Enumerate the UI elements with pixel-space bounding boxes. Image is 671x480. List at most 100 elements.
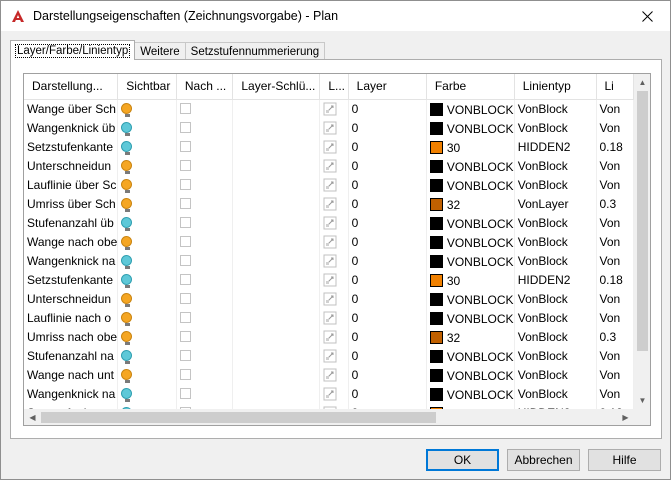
lightbulb-icon[interactable] [121, 311, 133, 326]
layer-key-icon[interactable] [323, 292, 337, 306]
layer-key-icon[interactable] [323, 178, 337, 192]
checkbox[interactable] [179, 159, 191, 171]
layer-lock-cell[interactable] [319, 289, 349, 308]
layer-lock-cell[interactable] [319, 156, 349, 175]
checkbox[interactable] [179, 292, 191, 304]
visible-cell[interactable] [117, 99, 177, 118]
tab-2[interactable]: Setzstufennummerierung [184, 42, 326, 60]
close-button[interactable] [624, 1, 670, 31]
table-row[interactable]: Wange nach obe 0 VONBLOCK VonBlock Von [24, 232, 634, 251]
color-cell[interactable]: 30 [426, 137, 515, 156]
color-cell[interactable]: VONBLOCK [426, 308, 515, 327]
linetype-cell[interactable]: VonBlock [514, 175, 597, 194]
display-component-cell[interactable]: Wange nach obe [24, 232, 119, 251]
lineweight-cell[interactable]: Von [596, 308, 634, 327]
by-cell[interactable] [176, 346, 234, 365]
lineweight-cell[interactable]: Von [596, 118, 634, 137]
column-header[interactable]: Darstellung... [24, 74, 119, 100]
cancel-button[interactable]: Abbrechen [507, 449, 580, 471]
column-header[interactable]: Farbe [426, 74, 515, 100]
linetype-cell[interactable]: HIDDEN2 [514, 270, 597, 289]
checkbox[interactable] [179, 311, 191, 323]
checkbox[interactable] [179, 197, 191, 209]
layer-key-cell[interactable] [232, 327, 321, 346]
scroll-down-icon[interactable]: ▼ [634, 392, 650, 409]
display-properties-grid[interactable]: Darstellung... Sichtbar Nach ... Layer-Schl… [23, 73, 651, 426]
layer-key-cell[interactable] [232, 365, 321, 384]
table-row[interactable]: Stufenanzahl na 0 VONBLOCK VonBlock Von [24, 346, 634, 365]
layer-key-icon[interactable] [323, 197, 337, 211]
display-component-cell[interactable]: Umriss nach obe [24, 327, 119, 346]
table-row[interactable]: Wangenknick na 0 VONBLOCK VonBlock Von [24, 384, 634, 403]
column-header[interactable]: Li [596, 74, 634, 100]
color-cell[interactable]: VONBLOCK [426, 118, 515, 137]
display-component-cell[interactable]: Wangenknick na [24, 384, 119, 403]
lineweight-cell[interactable]: Von [596, 213, 634, 232]
layer-lock-cell[interactable] [319, 175, 349, 194]
layer-cell[interactable]: 0 [348, 213, 427, 232]
table-row[interactable]: Stufenanzahl üb 0 VONBLOCK VonBlock Von [24, 213, 634, 232]
layer-key-cell[interactable] [232, 289, 321, 308]
layer-key-cell[interactable] [232, 308, 321, 327]
layer-lock-cell[interactable] [319, 118, 349, 137]
color-cell[interactable]: VONBLOCK [426, 99, 515, 118]
lightbulb-icon[interactable] [121, 330, 133, 345]
table-row[interactable]: Setzstufenkante 0 30 HIDDEN2 0.18 [24, 270, 634, 289]
by-cell[interactable] [176, 232, 234, 251]
color-cell[interactable]: VONBLOCK [426, 384, 515, 403]
by-cell[interactable] [176, 137, 234, 156]
layer-lock-cell[interactable] [319, 137, 349, 156]
checkbox[interactable] [179, 330, 191, 342]
color-cell[interactable]: VONBLOCK [426, 346, 515, 365]
checkbox[interactable] [179, 254, 191, 266]
table-row[interactable]: Umriss nach obe 0 32 VonBlock 0.3 [24, 327, 634, 346]
layer-cell[interactable]: 0 [348, 346, 427, 365]
checkbox[interactable] [179, 178, 191, 190]
visible-cell[interactable] [117, 213, 177, 232]
linetype-cell[interactable]: VonBlock [514, 289, 597, 308]
display-component-cell[interactable]: Stufenanzahl üb [24, 213, 119, 232]
layer-cell[interactable]: 0 [348, 118, 427, 137]
visible-cell[interactable] [117, 251, 177, 270]
layer-key-icon[interactable] [323, 235, 337, 249]
by-cell[interactable] [176, 213, 234, 232]
by-cell[interactable] [176, 384, 234, 403]
layer-cell[interactable]: 0 [348, 384, 427, 403]
horizontal-scroll-thumb[interactable] [41, 412, 436, 423]
visible-cell[interactable] [117, 118, 177, 137]
by-cell[interactable] [176, 99, 234, 118]
layer-lock-cell[interactable] [319, 99, 349, 118]
color-cell[interactable]: VONBLOCK [426, 232, 515, 251]
layer-key-cell[interactable] [232, 251, 321, 270]
layer-cell[interactable]: 0 [348, 327, 427, 346]
lightbulb-icon[interactable] [121, 235, 133, 250]
column-header[interactable]: Layer [348, 74, 427, 100]
display-component-cell[interactable]: Wangenknick üb [24, 118, 119, 137]
by-cell[interactable] [176, 194, 234, 213]
layer-key-icon[interactable] [323, 121, 337, 135]
layer-lock-cell[interactable] [319, 308, 349, 327]
lineweight-cell[interactable]: Von [596, 346, 634, 365]
table-row[interactable]: Wangenknick na 0 VONBLOCK VonBlock Von [24, 251, 634, 270]
color-cell[interactable]: 32 [426, 327, 515, 346]
layer-lock-cell[interactable] [319, 346, 349, 365]
display-component-cell[interactable]: Umriss über Sch [24, 194, 119, 213]
layer-key-cell[interactable] [232, 156, 321, 175]
color-cell[interactable]: 32 [426, 194, 515, 213]
color-cell[interactable]: VONBLOCK [426, 175, 515, 194]
linetype-cell[interactable]: VonBlock [514, 213, 597, 232]
layer-key-icon[interactable] [323, 273, 337, 287]
lineweight-cell[interactable]: Von [596, 99, 634, 118]
visible-cell[interactable] [117, 308, 177, 327]
by-cell[interactable] [176, 308, 234, 327]
layer-key-icon[interactable] [323, 330, 337, 344]
by-cell[interactable] [176, 118, 234, 137]
column-header[interactable]: L... [319, 74, 349, 100]
layer-cell[interactable]: 0 [348, 270, 427, 289]
color-cell[interactable]: VONBLOCK [426, 251, 515, 270]
layer-lock-cell[interactable] [319, 365, 349, 384]
checkbox[interactable] [179, 387, 191, 399]
tab-0[interactable]: Layer/Farbe/Linientyp [10, 40, 136, 60]
vertical-scrollbar[interactable]: ▲ ▼ [634, 74, 650, 409]
checkbox[interactable] [179, 273, 191, 285]
